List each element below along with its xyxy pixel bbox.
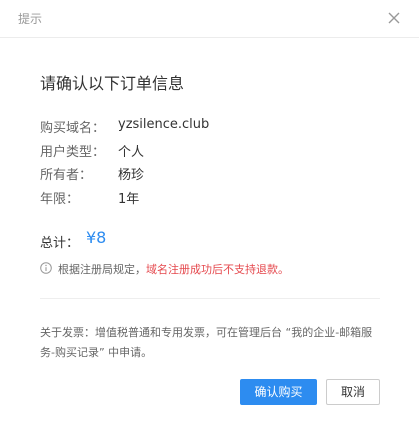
detail-value: 1年 [118, 192, 140, 207]
confirm-purchase-button[interactable]: 确认购买 [240, 379, 317, 405]
close-icon[interactable] [387, 11, 401, 25]
detail-label: 年限： [40, 192, 80, 207]
page-title: 请确认以下订单信息 [40, 74, 185, 93]
detail-value: 个人 [118, 145, 145, 160]
notice-plain: 根据注册局规定， [58, 263, 146, 276]
invoice-info: 关于发票：增值税普通和专用发票，可在管理后台 “我的企业-邮箱服务-购买记录” … [40, 326, 373, 359]
detail-value: 杨珍 [118, 168, 145, 183]
notice-warning: 域名注册成功后不支持退款。 [146, 263, 289, 276]
total-label: 总计： [40, 236, 80, 251]
detail-label: 所有者： [40, 168, 93, 183]
detail-label: 用户类型： [40, 145, 106, 160]
detail-value: yzsilence.club [118, 117, 210, 132]
detail-label: 购买域名： [40, 121, 106, 136]
cancel-button[interactable]: 取消 [326, 379, 380, 405]
total-value: ¥8 [86, 228, 107, 247]
divider [40, 298, 380, 299]
dialog-header: 提示 [0, 0, 419, 38]
order-confirm-dialog: 提示 请确认以下订单信息 购买域名： yzsilence.club 用户类型： … [0, 0, 419, 426]
info-icon [40, 262, 52, 274]
notice-text: 根据注册局规定，域名注册成功后不支持退款。 [58, 261, 289, 277]
dialog-title: 提示 [18, 12, 43, 26]
